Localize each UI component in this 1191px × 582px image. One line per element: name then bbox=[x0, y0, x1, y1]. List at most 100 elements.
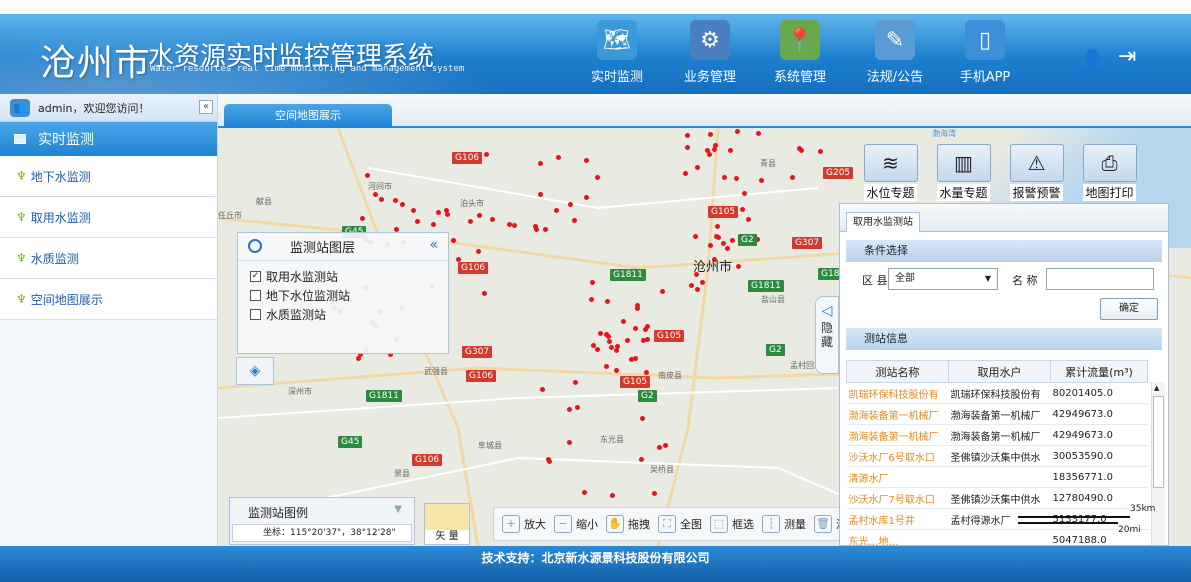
station-point[interactable] bbox=[730, 238, 735, 243]
station-point[interactable] bbox=[540, 387, 545, 392]
checkbox-checked[interactable]: ✓ bbox=[250, 271, 261, 282]
zoom-out-button[interactable]: − 缩小 bbox=[554, 515, 598, 533]
station-point[interactable] bbox=[695, 287, 700, 292]
station-point[interactable] bbox=[683, 171, 688, 176]
station-point[interactable] bbox=[759, 178, 764, 183]
station-point[interactable] bbox=[609, 345, 614, 350]
scroll-thumb[interactable] bbox=[1153, 396, 1164, 488]
station-point[interactable] bbox=[605, 299, 610, 304]
station-point[interactable] bbox=[484, 152, 489, 157]
table-row[interactable]: 沙沃水厂6号取水口 圣佛镇沙沃集中供水 30053590.0 bbox=[846, 445, 1148, 467]
station-point[interactable] bbox=[436, 210, 441, 215]
station-point[interactable] bbox=[584, 158, 589, 163]
layer-groundwater[interactable]: 地下水位监测站 bbox=[238, 286, 448, 305]
table-row[interactable]: 清源水厂 18356771.0 bbox=[846, 466, 1148, 488]
station-point[interactable] bbox=[625, 338, 630, 343]
station-point[interactable] bbox=[584, 195, 589, 200]
station-point[interactable] bbox=[735, 129, 740, 134]
station-point[interactable] bbox=[604, 364, 609, 369]
layers-icon[interactable]: ◈ bbox=[236, 357, 274, 385]
station-point[interactable] bbox=[742, 191, 747, 196]
station-point[interactable] bbox=[705, 148, 710, 153]
sidebar-item-water-quality[interactable]: ♆ 水质监测 bbox=[0, 238, 217, 279]
station-point[interactable] bbox=[685, 133, 690, 138]
sidebar-section-header[interactable]: 实时监测 bbox=[0, 122, 217, 156]
station-point[interactable] bbox=[589, 297, 594, 302]
station-point[interactable] bbox=[568, 202, 573, 207]
station-point[interactable] bbox=[721, 241, 726, 246]
station-point[interactable] bbox=[693, 234, 698, 239]
station-point[interactable] bbox=[595, 175, 600, 180]
station-point[interactable] bbox=[598, 331, 603, 336]
station-point[interactable] bbox=[700, 280, 705, 285]
station-point[interactable] bbox=[451, 238, 456, 243]
station-point[interactable] bbox=[567, 407, 572, 412]
scroll-up-icon[interactable]: ▲ bbox=[1154, 384, 1159, 392]
station-point[interactable] bbox=[476, 249, 481, 254]
collapse-icon[interactable]: « bbox=[429, 237, 438, 253]
column-header[interactable]: 累计流量(m³) bbox=[1050, 360, 1148, 383]
station-point[interactable] bbox=[411, 208, 416, 213]
sidebar-item-water-intake[interactable]: ♆ 取用水监测 bbox=[0, 197, 217, 238]
station-point[interactable] bbox=[572, 218, 577, 223]
pan-button[interactable]: ✋ 拖拽 bbox=[606, 515, 650, 533]
station-point[interactable] bbox=[708, 243, 713, 248]
full-extent-button[interactable]: ⛶ 全图 bbox=[658, 515, 702, 533]
station-point[interactable] bbox=[512, 223, 517, 228]
nav-system[interactable]: 📍 系统管理 bbox=[765, 20, 835, 85]
sidebar-item-spatial-map[interactable]: ♆ 空间地图展示 bbox=[0, 279, 217, 320]
station-point[interactable] bbox=[590, 280, 595, 285]
station-point[interactable] bbox=[360, 216, 365, 221]
station-point[interactable] bbox=[716, 235, 721, 240]
station-point[interactable] bbox=[639, 457, 644, 462]
tab-spatial-map[interactable]: 空间地图展示 bbox=[224, 104, 392, 128]
station-point[interactable] bbox=[567, 440, 572, 445]
station-point[interactable] bbox=[415, 219, 420, 224]
station-point[interactable] bbox=[728, 148, 733, 153]
box-select-button[interactable]: ⬚ 框选 bbox=[710, 515, 754, 533]
station-point[interactable] bbox=[538, 192, 543, 197]
checkbox[interactable] bbox=[250, 309, 261, 320]
station-point[interactable] bbox=[356, 356, 361, 361]
nav-regulations[interactable]: ✎ 法规/公告 bbox=[860, 20, 930, 85]
station-point[interactable] bbox=[444, 208, 449, 213]
measure-button[interactable]: ┆ 测量 bbox=[762, 515, 806, 533]
station-point[interactable] bbox=[365, 173, 370, 178]
station-point[interactable] bbox=[685, 145, 690, 150]
column-header[interactable]: 取用水户 bbox=[948, 360, 1051, 383]
station-point[interactable] bbox=[644, 370, 649, 375]
station-point[interactable] bbox=[734, 176, 739, 181]
station-point[interactable] bbox=[393, 198, 398, 203]
station-point[interactable] bbox=[538, 161, 543, 166]
station-point[interactable] bbox=[477, 213, 482, 218]
station-point[interactable] bbox=[607, 339, 612, 344]
station-point[interactable] bbox=[818, 149, 823, 154]
station-point[interactable] bbox=[715, 224, 720, 229]
station-point[interactable] bbox=[740, 207, 745, 212]
station-point[interactable] bbox=[575, 405, 580, 410]
topic-print[interactable]: ⎙ 地图打印 bbox=[1073, 144, 1146, 201]
station-point[interactable] bbox=[621, 319, 626, 324]
nav-mobile-app[interactable]: ▯ 手机APP bbox=[950, 20, 1020, 85]
station-point[interactable] bbox=[633, 326, 638, 331]
station-point[interactable] bbox=[712, 147, 717, 152]
station-point[interactable] bbox=[400, 202, 405, 207]
collapse-sidebar-button[interactable]: « bbox=[199, 100, 213, 114]
station-point[interactable] bbox=[490, 217, 495, 222]
nav-realtime[interactable]: 🗺 实时监测 bbox=[582, 20, 652, 85]
station-point[interactable] bbox=[543, 227, 548, 232]
station-point[interactable] bbox=[379, 197, 384, 202]
station-point[interactable] bbox=[695, 165, 700, 170]
station-point[interactable] bbox=[534, 227, 539, 232]
station-point[interactable] bbox=[573, 380, 578, 385]
legend-title[interactable]: 监测站图例 bbox=[248, 504, 308, 521]
hide-panel-handle[interactable]: ◁ 隐藏 bbox=[815, 296, 839, 374]
user-icon[interactable]: 👤 bbox=[1080, 48, 1105, 72]
table-row[interactable]: 渤海装备第一机械厂 渤海装备第一机械厂 42949673.0 bbox=[846, 424, 1148, 446]
station-point[interactable] bbox=[582, 490, 587, 495]
layer-water-quality[interactable]: 水质监测站 bbox=[238, 305, 448, 324]
sidebar-item-groundwater[interactable]: ♆ 地下水监测 bbox=[0, 156, 217, 197]
station-point[interactable] bbox=[663, 443, 668, 448]
station-point[interactable] bbox=[431, 222, 436, 227]
tab-water-intake-stations[interactable]: 取用水监测站 bbox=[846, 212, 920, 232]
